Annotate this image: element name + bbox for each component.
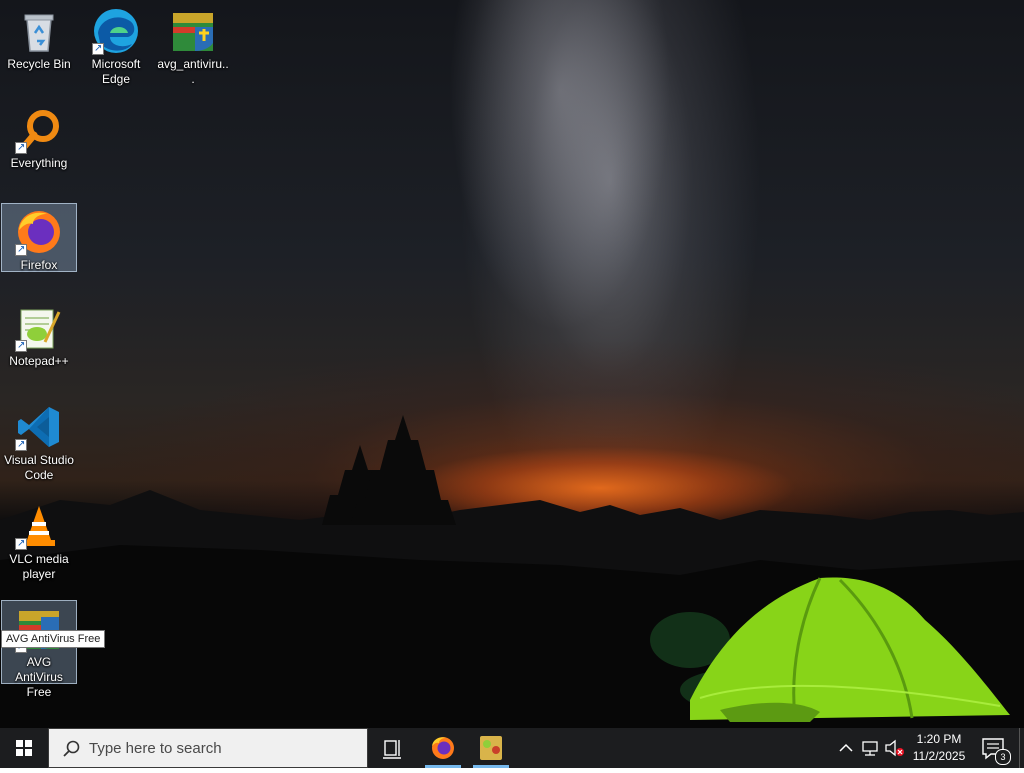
vlc-icon bbox=[15, 502, 63, 551]
chevron-up-icon bbox=[839, 743, 853, 752]
everything-search-icon bbox=[15, 106, 63, 155]
desktop-icon-label: Recycle Bin bbox=[7, 57, 71, 71]
clock-time: 1:20 PM bbox=[916, 732, 962, 746]
shortcut-arrow-icon bbox=[15, 437, 27, 452]
show-hidden-icons-button[interactable] bbox=[836, 728, 856, 768]
firefox-icon bbox=[15, 208, 63, 257]
desktop-background[interactable]: Recycle Bin Microsoft Edge avg_antiviru.… bbox=[0, 0, 1024, 728]
desktop-icon-vlc[interactable]: VLC media player bbox=[1, 498, 77, 584]
task-view-icon bbox=[383, 740, 401, 759]
desktop-icon-label: Notepad++ bbox=[9, 354, 69, 368]
desktop-icon-label: Visual Studio Code bbox=[4, 453, 74, 482]
vscode-icon bbox=[15, 403, 63, 452]
show-desktop-button[interactable] bbox=[1019, 728, 1024, 768]
network-button[interactable] bbox=[859, 728, 881, 768]
desktop-icon-recycle-bin[interactable]: Recycle Bin bbox=[1, 3, 77, 89]
taskbar-app-notepadpp[interactable] bbox=[469, 728, 513, 768]
desktop-icon-label: Firefox bbox=[20, 258, 58, 272]
clock[interactable]: 1:20 PM 11/2/2025 bbox=[908, 728, 970, 768]
desktop-icon-label: Everything bbox=[10, 156, 68, 170]
shortcut-arrow-icon bbox=[15, 536, 27, 551]
shortcut-arrow-icon bbox=[15, 140, 27, 155]
taskbar-search-box[interactable]: Type here to search bbox=[48, 728, 368, 768]
desktop-icon-label: VLC media player bbox=[9, 552, 69, 581]
wallpaper-landscape bbox=[0, 415, 1024, 728]
shortcut-arrow-icon bbox=[92, 41, 104, 56]
desktop-icon-microsoft-edge[interactable]: Microsoft Edge bbox=[78, 3, 154, 89]
notification-icon bbox=[982, 738, 1004, 760]
search-icon bbox=[63, 740, 80, 757]
task-view-button[interactable] bbox=[372, 728, 412, 768]
desktop-icon-label: AVG AntiVirus Free bbox=[15, 655, 63, 699]
volume-button[interactable] bbox=[883, 728, 907, 768]
firefox-icon bbox=[432, 737, 454, 759]
shortcut-arrow-icon bbox=[15, 242, 27, 257]
desktop-icon-label: avg_antiviru... bbox=[157, 57, 229, 86]
action-center-button[interactable]: 3 bbox=[972, 728, 1018, 768]
notification-count-badge: 3 bbox=[995, 749, 1011, 765]
desktop-icon-label: Microsoft Edge bbox=[91, 57, 141, 86]
desktop-icon-notepadpp[interactable]: Notepad++ bbox=[1, 300, 77, 386]
desktop-icon-everything[interactable]: Everything bbox=[1, 102, 77, 188]
clock-date: 11/2/2025 bbox=[912, 749, 966, 763]
taskbar: Type here to search 1:20 PM 11/2/2025 3 bbox=[0, 728, 1024, 768]
shortcut-arrow-icon bbox=[15, 338, 27, 353]
desktop-icon-vscode[interactable]: Visual Studio Code bbox=[1, 399, 77, 485]
notepadpp-icon bbox=[15, 304, 63, 353]
taskbar-app-firefox[interactable] bbox=[421, 728, 465, 768]
network-icon bbox=[862, 741, 878, 756]
volume-muted-icon bbox=[885, 739, 904, 757]
windows-logo-icon bbox=[16, 740, 32, 756]
start-button[interactable] bbox=[0, 728, 48, 768]
search-placeholder: Type here to search bbox=[89, 740, 222, 757]
desktop-icon-firefox[interactable]: Firefox bbox=[1, 203, 77, 272]
avg-installer-icon bbox=[169, 7, 217, 55]
desktop-icon-avg-installer[interactable]: avg_antiviru... bbox=[155, 3, 231, 89]
recycle-bin-icon bbox=[15, 7, 63, 55]
notepadpp-icon bbox=[480, 736, 502, 760]
icon-tooltip: AVG AntiVirus Free bbox=[1, 630, 106, 648]
pine-trees bbox=[322, 415, 456, 525]
edge-icon bbox=[92, 7, 140, 56]
